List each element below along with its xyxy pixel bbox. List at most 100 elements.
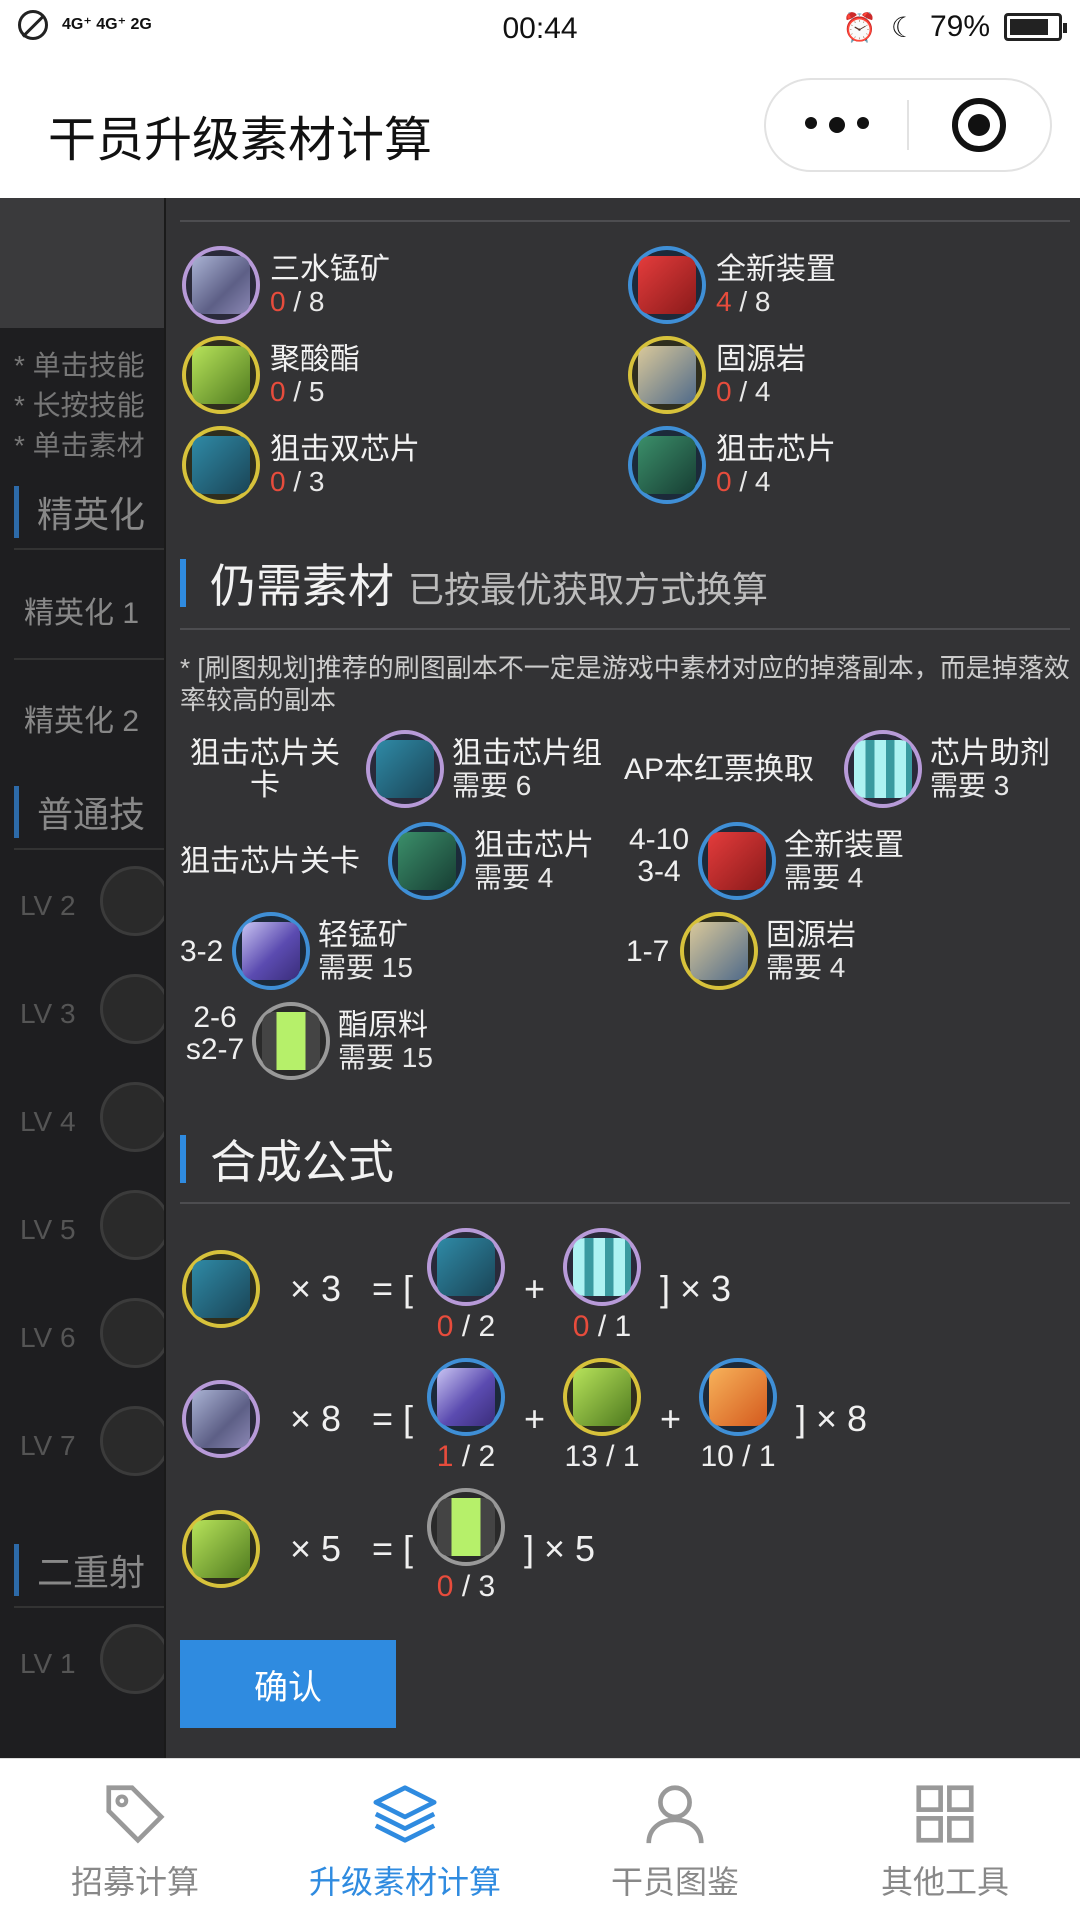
needed-material[interactable]: 酯原料 需要 15 (252, 1002, 433, 1080)
alarm-icon: ⏰ (841, 11, 877, 43)
section-subtitle: 已按最优获取方式换算 (408, 569, 769, 610)
material-item[interactable]: 狙击芯片 0 / 4 (628, 426, 836, 504)
skill-level[interactable]: LV 7 (20, 1430, 76, 1462)
plus-sign: + (660, 1398, 682, 1439)
material-name: 狙击双芯片 (270, 433, 420, 466)
formula-ingredient[interactable]: 1 / 2 (416, 1358, 516, 1474)
skill-level[interactable]: LV 3 (20, 998, 76, 1030)
skill-level[interactable]: LV 1 (20, 1648, 76, 1680)
guyuanyan-icon (680, 912, 758, 990)
elite-item[interactable]: 精英化 1 (24, 588, 139, 632)
tab-upgrade-materials[interactable]: 升级素材计算 (270, 1759, 540, 1920)
grid-icon (916, 1785, 974, 1843)
skill-icon (100, 974, 170, 1044)
sniper-chip-pack-icon (427, 1228, 505, 1306)
have-count: 1 (436, 1440, 454, 1473)
tip-text: * 单击技能 (14, 350, 145, 381)
tab-operator-handbook[interactable]: 干员图鉴 (540, 1759, 810, 1920)
skill-level[interactable]: LV 6 (20, 1322, 76, 1354)
needed-material[interactable]: 固源岩 需要 4 (680, 912, 856, 990)
have-count: 0 (716, 376, 732, 407)
tab-other-tools[interactable]: 其他工具 (810, 1759, 1080, 1920)
material-item[interactable]: 固源岩 0 / 4 (628, 336, 806, 414)
material-name: 固源岩 (766, 919, 856, 952)
material-name: 狙击芯片 (474, 829, 594, 862)
material-item[interactable]: 全新装置 4 / 8 (628, 246, 836, 324)
need-count: / 8 (731, 286, 771, 317)
need-count: 需要 4 (474, 862, 554, 893)
need-count: / 1 (733, 1440, 776, 1473)
need-count: 需要 4 (784, 862, 864, 893)
have-count: 10 (700, 1440, 734, 1473)
have-count: 0 (436, 1570, 454, 1603)
stage-label[interactable]: 狙击芯片关 卡 (180, 738, 350, 802)
material-name: 三水锰矿 (270, 253, 390, 286)
skill-level[interactable]: LV 2 (20, 890, 76, 922)
material-item[interactable]: 三水锰矿 0 / 8 (182, 246, 390, 324)
formula-ingredient[interactable]: 13 / 1 (552, 1358, 652, 1474)
formula-ingredient[interactable]: 10 / 1 (688, 1358, 788, 1474)
formula-row: × 5 = [ 0 / 3 ] × 5 (180, 1488, 1070, 1608)
material-name: 聚酸酯 (270, 343, 360, 376)
needed-material[interactable]: 狙击芯片 需要 4 (388, 822, 594, 900)
need-count: / 3 (453, 1570, 496, 1603)
needed-material[interactable]: 全新装置 需要 4 (698, 822, 904, 900)
user-icon (646, 1785, 704, 1844)
have-count: 0 (436, 1310, 454, 1343)
stage-label[interactable]: 3-2 (180, 936, 223, 968)
stage-label[interactable]: 4-10 3-4 (624, 824, 694, 888)
moon-icon: ☾ (890, 11, 916, 43)
multiplier: × 8 (290, 1398, 342, 1439)
more-menu-icon[interactable] (766, 117, 907, 133)
need-count: / 4 (731, 376, 771, 407)
need-count: 需要 6 (452, 770, 532, 801)
status-bar: 4G⁺ 4G⁺ 2G 00:44 ⏰ ☾ 79% (0, 0, 1080, 58)
jusuanzhi-icon (563, 1358, 641, 1436)
need-count: / 4 (731, 466, 771, 497)
formula-ingredient[interactable]: 0 / 2 (416, 1228, 516, 1344)
zhiyuanliao-icon (252, 1002, 330, 1080)
material-name: 芯片助剂 (930, 737, 1050, 770)
skill-level[interactable]: LV 4 (20, 1106, 76, 1138)
sniper-chip-icon (628, 426, 706, 504)
sanshui-mengkuang-icon (182, 1380, 260, 1458)
stage-label[interactable]: 1-7 (626, 936, 669, 968)
needed-material[interactable]: 芯片助剂 需要 3 (844, 730, 1050, 808)
need-count: 需要 15 (338, 1042, 433, 1073)
needed-section-heading: 仍需素材 已按最优获取方式换算 (180, 550, 768, 616)
close-miniprogram-button[interactable] (909, 98, 1050, 152)
skill-icon (100, 1624, 170, 1694)
formula-ingredient[interactable]: 0 / 3 (416, 1488, 516, 1604)
formula-ingredient[interactable]: 0 / 1 (552, 1228, 652, 1344)
background-operator-panel: * 单击技能 * 长按技能 * 单击素材 精英化 精英化 1 精英化 2 普通技… (0, 198, 170, 1758)
stage-label[interactable]: 狙击芯片关卡 (180, 846, 360, 878)
have-count: 4 (716, 286, 732, 317)
chip-catalyst-icon (844, 730, 922, 808)
stage-label[interactable]: AP本红票换取 (624, 754, 814, 786)
confirm-button[interactable]: 确认 (180, 1640, 396, 1728)
tab-recruit[interactable]: 招募计算 (0, 1759, 270, 1920)
miniprogram-capsule (764, 78, 1052, 172)
multiplier: × 3 (290, 1268, 342, 1309)
material-item[interactable]: 聚酸酯 0 / 5 (182, 336, 360, 414)
need-count: / 2 (453, 1310, 496, 1343)
guyuanyan-icon (628, 336, 706, 414)
need-count: 需要 15 (318, 952, 413, 983)
material-name: 酯原料 (338, 1009, 428, 1042)
needed-material[interactable]: 轻锰矿 需要 15 (232, 912, 413, 990)
need-count: / 1 (589, 1310, 632, 1343)
elite-item[interactable]: 精英化 2 (24, 696, 139, 740)
material-name: 狙击芯片 (716, 433, 836, 466)
sanshui-mengkuang-icon (182, 246, 260, 324)
skill-level[interactable]: LV 5 (20, 1214, 76, 1246)
stage-label[interactable]: 2-6 s2-7 (180, 1002, 250, 1066)
equals-bracket: = [ (372, 1268, 414, 1309)
sniper-chip-icon (388, 822, 466, 900)
sniper-dual-chip-icon (182, 426, 260, 504)
orange-material-icon (699, 1358, 777, 1436)
section-title: 合成公式 (210, 1136, 394, 1188)
need-count: / 8 (285, 286, 325, 317)
material-item[interactable]: 狙击双芯片 0 / 3 (182, 426, 420, 504)
battery-percent: 79% (929, 10, 990, 43)
needed-material[interactable]: 狙击芯片组 需要 6 (366, 730, 602, 808)
